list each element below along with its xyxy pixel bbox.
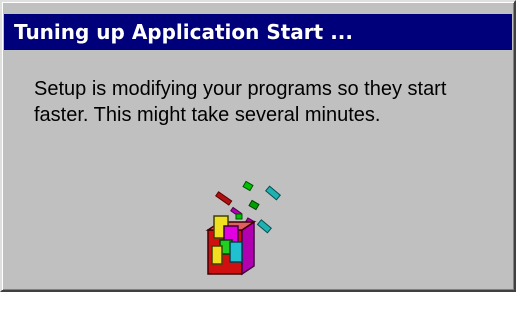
background-area [0, 292, 522, 315]
setup-tuning-animation-icon [205, 180, 281, 276]
setup-dialog-window: Tuning up Application Start ... Setup is… [0, 0, 516, 292]
dialog-titlebar[interactable]: Tuning up Application Start ... [4, 14, 512, 50]
status-message-line-1: Setup is modifying your programs so they… [34, 78, 447, 100]
dialog-title: Tuning up Application Start ... [14, 20, 353, 44]
status-message: Setup is modifying your programs so they… [34, 76, 494, 128]
program-box [205, 215, 257, 276]
status-message-line-2: faster. This might take several minutes. [34, 104, 381, 126]
